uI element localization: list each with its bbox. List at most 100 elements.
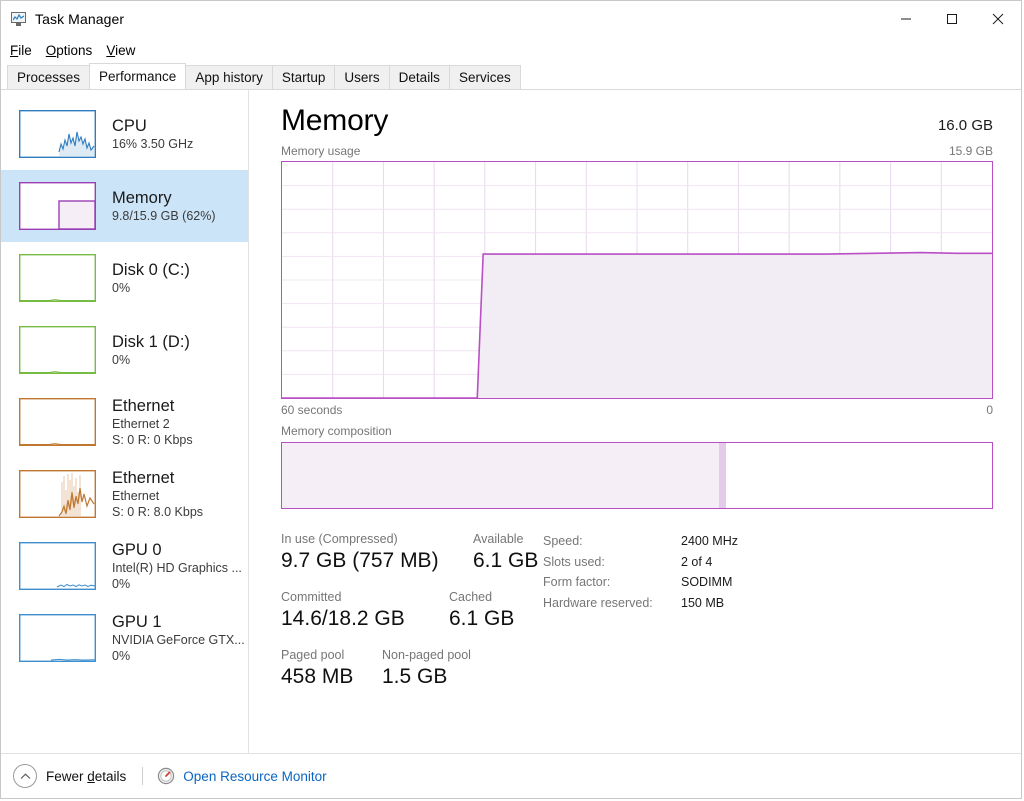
stat-row-pools: Paged pool 458 MB Non-paged pool 1.5 GB	[281, 647, 543, 691]
stat-row-committed: Committed 14.6/18.2 GB Cached 6.1 GB	[281, 589, 543, 633]
status-bar: Fewer details Open Resource Monitor	[1, 753, 1021, 798]
sidebar-text-memory: Memory 9.8/15.9 GB (62%)	[112, 188, 216, 224]
fewer-details-button[interactable]: Fewer details	[13, 764, 126, 788]
sidebar-sub1-disk-0: 0%	[112, 281, 131, 295]
sidebar-sub1-ethernet-2: Ethernet 2	[112, 417, 170, 431]
sidebar-title-gpu-0: GPU 0	[112, 541, 162, 559]
sidebar-text-ethernet: Ethernet Ethernet S: 0 R: 8.0 Kbps	[112, 468, 203, 520]
tab-services[interactable]: Services	[448, 65, 521, 89]
usage-label: Memory usage	[281, 144, 361, 158]
sidebar-item-disk-1[interactable]: Disk 1 (D:) 0%	[1, 314, 248, 386]
sidebar-thumb-disk-0	[19, 254, 96, 302]
sidebar-item-cpu[interactable]: CPU 16% 3.50 GHz	[1, 98, 248, 170]
time-axis: 60 seconds 0	[281, 403, 993, 417]
menu-view[interactable]: View	[106, 41, 143, 60]
spec-key: Form factor:	[543, 575, 611, 589]
sidebar-sub1-disk-1: 0%	[112, 353, 131, 367]
stat-committed: Committed 14.6/18.2 GB	[281, 589, 449, 633]
maximize-icon	[947, 14, 957, 24]
sidebar-item-disk-0[interactable]: Disk 0 (C:) 0%	[1, 242, 248, 314]
stat-paged-pool: Paged pool 458 MB	[281, 647, 382, 691]
chevron-up-icon	[13, 764, 37, 788]
chevron-up-glyph	[20, 772, 30, 779]
usage-max-label: 15.9 GB	[948, 144, 993, 158]
paged-pool-label: Paged pool	[281, 648, 345, 662]
sidebar-item-ethernet-2[interactable]: Ethernet Ethernet 2 S: 0 R: 0 Kbps	[1, 386, 248, 458]
sidebar-sub2-gpu-1: 0%	[112, 649, 131, 663]
open-resource-monitor-link[interactable]: Open Resource Monitor	[157, 767, 327, 785]
menu-file-accel: F	[10, 42, 19, 58]
resource-monitor-glyph	[158, 767, 175, 785]
memory-header: Memory 16.0 GB	[281, 104, 993, 138]
sidebar-title-gpu-1: GPU 1	[112, 613, 162, 631]
task-manager-icon-spark	[13, 14, 24, 21]
task-manager-window: Task Manager File Options View Processes…	[0, 0, 1022, 799]
sidebar-thumb-disk-1	[19, 326, 96, 374]
sidebar-title-cpu: CPU	[112, 117, 147, 135]
menu-options-accel: O	[45, 42, 57, 58]
resource-sidebar[interactable]: CPU 16% 3.50 GHz Memory 9.8/15.9 GB (62%) …	[1, 90, 249, 753]
close-icon	[992, 13, 1004, 25]
close-button[interactable]	[975, 1, 1021, 37]
committed-value: 14.6/18.2 GB	[281, 607, 405, 630]
stat-row-inuse: In use (Compressed) 9.7 GB (757 MB) Avai…	[281, 531, 543, 575]
fewer-details-label: Fewer details	[46, 769, 126, 784]
composition-free	[725, 443, 992, 508]
sidebar-sub2-gpu-0: 0%	[112, 577, 131, 591]
committed-label: Committed	[281, 590, 342, 604]
tab-details[interactable]: Details	[388, 65, 450, 89]
spec-key: Slots used:	[543, 554, 605, 569]
fewer-details-pre: Fewer	[46, 768, 88, 784]
paged-pool-value: 458 MB	[281, 665, 354, 688]
minimize-button[interactable]	[883, 1, 929, 37]
spec-value: 2400 MHz	[681, 534, 738, 548]
sidebar-text-gpu-0: GPU 0 Intel(R) HD Graphics ... 0%	[112, 540, 242, 592]
spec-row-hardware-reserved: Hardware reserved: 150 MB	[543, 593, 738, 614]
tab-processes[interactable]: Processes	[7, 65, 91, 89]
tab-strip: Processes Performance App history Startup Us…	[1, 63, 1021, 90]
sidebar-item-gpu-0[interactable]: GPU 0 Intel(R) HD Graphics ... 0%	[1, 530, 248, 602]
memory-composition-bar[interactable]	[281, 442, 993, 509]
menu-view-accel: V	[106, 42, 116, 58]
memory-panel: Memory 16.0 GB Memory usage 15.9 GB 60 s…	[249, 90, 1021, 753]
spec-key: Hardware reserved:	[543, 595, 653, 610]
sidebar-title-ethernet: Ethernet	[112, 469, 175, 487]
sidebar-sub1-cpu: 16% 3.50 GHz	[112, 137, 194, 151]
sidebar-sub2-ethernet: S: 0 R: 8.0 Kbps	[112, 505, 204, 519]
axis-left-label: 60 seconds	[281, 403, 343, 417]
tab-users[interactable]: Users	[334, 65, 390, 89]
sidebar-title-ethernet-2: Ethernet	[112, 397, 175, 415]
spec-value: 2 of 4	[681, 554, 713, 569]
task-manager-icon	[11, 11, 27, 27]
available-label: Available	[473, 532, 524, 546]
sidebar-item-memory[interactable]: Memory 9.8/15.9 GB (62%)	[1, 170, 248, 242]
resource-monitor-icon	[157, 767, 175, 785]
memory-usage-graph	[281, 161, 993, 399]
tab-startup[interactable]: Startup	[271, 65, 336, 89]
non-paged-pool-value: 1.5 GB	[382, 665, 448, 688]
available-value: 6.1 GB	[473, 549, 539, 572]
sidebar-text-gpu-1: GPU 1 NVIDIA GeForce GTX... 0%	[112, 612, 245, 664]
spec-value: 150 MB	[681, 595, 725, 610]
sidebar-item-ethernet[interactable]: Ethernet Ethernet S: 0 R: 8.0 Kbps	[1, 458, 248, 530]
stat-available: Available 6.1 GB	[473, 531, 538, 575]
minimize-icon	[901, 18, 911, 20]
window-title: Task Manager	[35, 11, 125, 27]
title-bar: Task Manager	[1, 1, 1021, 37]
menu-file[interactable]: File	[10, 41, 40, 60]
tab-performance[interactable]: Performance	[89, 63, 187, 89]
sidebar-item-gpu-1[interactable]: GPU 1 NVIDIA GeForce GTX... 0%	[1, 602, 248, 674]
cached-label: Cached	[449, 590, 493, 604]
fewer-details-accel: d	[87, 768, 95, 784]
sidebar-text-disk-1: Disk 1 (D:) 0%	[112, 332, 190, 368]
stat-in-use: In use (Compressed) 9.7 GB (757 MB)	[281, 531, 473, 575]
sidebar-sub1-memory: 9.8/15.9 GB (62%)	[112, 209, 216, 223]
window-controls	[883, 1, 1021, 37]
memory-stats-left: In use (Compressed) 9.7 GB (757 MB) Avai…	[281, 531, 543, 705]
sidebar-sub1-ethernet: Ethernet	[112, 489, 160, 503]
content-area: CPU 16% 3.50 GHz Memory 9.8/15.9 GB (62%) …	[1, 90, 1021, 753]
tab-app-history[interactable]: App history	[185, 65, 273, 89]
sidebar-sub1-gpu-0: Intel(R) HD Graphics ...	[112, 561, 242, 575]
menu-options[interactable]: Options	[46, 41, 101, 60]
maximize-button[interactable]	[929, 1, 975, 37]
